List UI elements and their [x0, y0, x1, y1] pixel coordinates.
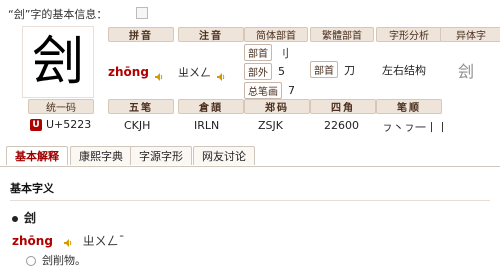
traditional-radical-value: 刀 — [344, 63, 355, 77]
cangjie-value: IRLN — [194, 119, 220, 132]
meaning-marker-icon — [26, 256, 36, 266]
label-zhuyin: 注音 — [178, 27, 244, 42]
tab-character-origin[interactable]: 字源字形 — [130, 146, 192, 165]
main-character-box: 刽 — [22, 26, 94, 98]
outside-tag: 部外 — [244, 63, 272, 80]
radical-value: 刂 — [278, 46, 289, 60]
tab-user-discussion[interactable]: 网友讨论 — [193, 146, 255, 165]
label-simplified-radical: 简体部首 — [244, 27, 308, 42]
label-sijiao: 四角 — [310, 99, 376, 114]
speaker-icon[interactable] — [63, 237, 73, 247]
definition-meaning: 刽削物。 — [42, 254, 86, 267]
definition-pinyin: zhōng — [12, 234, 53, 248]
radical-tag: 部首 — [244, 44, 272, 61]
outside-value: 5 — [278, 65, 285, 78]
traditional-radical-row: 部首 刀 — [310, 61, 355, 78]
zhuyin-value-row: ㄓㄨㄥ — [178, 61, 226, 81]
label-unicode: 统一码 — [28, 99, 94, 114]
zhengma-value: ZSJK — [258, 119, 283, 132]
pinyin-value-row: zhōng — [108, 61, 164, 81]
speaker-icon[interactable] — [154, 67, 164, 81]
sijiao-value: 22600 — [324, 119, 359, 132]
main-character: 刽 — [31, 32, 84, 92]
definition-zhuyin: ㄓㄨㄥˉ — [82, 234, 125, 248]
stroke-order-value: ㇷ丶ㇷ一丨丨 — [382, 121, 448, 134]
total-value: 7 — [288, 84, 295, 97]
label-wubi: 五笔 — [108, 99, 174, 114]
unicode-value-row: U U+5223 — [30, 118, 91, 131]
total-tag: 总笔画 — [244, 82, 282, 99]
zhuyin-value: ㄓㄨㄥ — [178, 66, 211, 79]
tab-bar: 基本解释 康熙字典 字源字形 网友讨论 — [0, 144, 500, 167]
structure-value: 左右结构 — [382, 64, 426, 77]
wubi-value: CKJH — [124, 119, 151, 132]
label-traditional-radical: 繁體部首 — [310, 27, 374, 42]
tab-basic-explanation[interactable]: 基本解释 — [6, 146, 68, 165]
definition-meaning-row: 刽削物。 — [26, 252, 86, 268]
simplified-radical-block: 部首 刂 部外 5 总笔画 7 — [244, 44, 295, 99]
pinyin-value: zhōng — [108, 65, 149, 79]
label-cangjie: 倉頡 — [178, 99, 244, 114]
label-pinyin: 拼音 — [108, 27, 174, 42]
unicode-badge-icon: U — [30, 118, 42, 131]
variant-character[interactable]: 刽 — [458, 58, 474, 82]
label-variant: 异体字 — [440, 27, 500, 42]
label-zhengma: 郑码 — [244, 99, 310, 114]
definition-pronunciation-row: zhōng ㄓㄨㄥˉ — [12, 232, 125, 249]
label-structure: 字形分析 — [376, 27, 442, 42]
speaker-icon[interactable] — [216, 67, 226, 81]
label-stroke-order: 笔顺 — [376, 99, 442, 114]
definition-character: 刽 — [24, 211, 37, 225]
section-title: 基本字义 — [10, 182, 54, 195]
info-icon — [136, 7, 148, 19]
tab-kangxi-dictionary[interactable]: 康熙字典 — [70, 146, 132, 165]
traditional-radical-tag: 部首 — [310, 61, 338, 78]
definition-heading: 刽 — [12, 209, 36, 226]
unicode-value: U+5223 — [46, 118, 92, 131]
page-title: “刽”字的基本信息： — [8, 8, 108, 21]
divider — [10, 200, 490, 201]
bullet-icon — [12, 215, 18, 222]
